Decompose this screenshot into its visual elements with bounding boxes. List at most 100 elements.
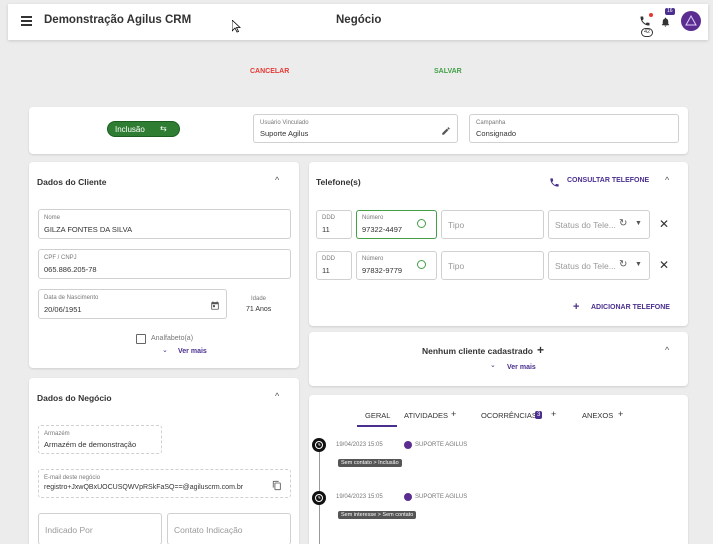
status-telefone-select[interactable]: Status do Tele... ↻ ▼ <box>548 210 650 239</box>
edit-icon[interactable] <box>441 123 451 141</box>
armazem-field[interactable]: Armazém Armazém de demonstração <box>38 425 162 454</box>
ddd-label: DDD <box>322 256 335 262</box>
adicionar-telefone-button[interactable]: ADICIONAR TELEFONE <box>591 304 670 311</box>
cpf-label: CPF / CNPJ <box>44 255 77 261</box>
ddd-value: 11 <box>322 225 330 234</box>
clock-icon <box>312 491 326 505</box>
nome-label: Nome <box>44 215 61 221</box>
usuario-value: Suporte Agilus <box>260 129 309 138</box>
add-cliente-icon[interactable]: + <box>537 343 544 357</box>
numero-label: Número <box>362 256 384 262</box>
numero-value: 97322-4497 <box>362 225 403 234</box>
numero-field[interactable]: Número 97322-4497 <box>356 210 437 239</box>
plus-icon: + <box>573 301 580 313</box>
cancel-button[interactable]: CANCELAR <box>250 68 289 75</box>
ddd-label: DDD <box>322 215 335 221</box>
tab-geral-underline <box>357 425 397 427</box>
add-anexo-icon[interactable]: + <box>618 409 623 419</box>
inclusao-label: Inclusão <box>115 125 145 134</box>
email-negocio-field[interactable]: E-mail deste negócio registro+JxwQBxUOCU… <box>38 469 291 498</box>
menu-icon[interactable] <box>21 16 32 26</box>
entry-user: SUPORTE AGILUS <box>415 442 468 448</box>
clock-icon <box>312 438 326 452</box>
tipo-field[interactable]: Tipo <box>441 251 544 280</box>
cpf-field[interactable]: CPF / CNPJ 065.886.205-78 <box>38 249 291 279</box>
timeline-card: GERAL ATIVIDADES + OCORRÊNCIAS 3 + ANEXO… <box>309 395 688 544</box>
ddd-field[interactable]: DDD 11 <box>316 210 352 239</box>
entry-date: 19/04/2023 15:05 <box>336 494 383 500</box>
copy-icon[interactable] <box>272 478 282 496</box>
dropdown-arrow-icon[interactable]: ▼ <box>635 261 642 268</box>
campanha-value: Consignado <box>476 129 517 138</box>
tab-anexos[interactable]: ANEXOS <box>582 411 613 420</box>
consultar-telefone-button[interactable]: CONSULTAR TELEFONE <box>567 177 649 184</box>
top-bar: Demonstração Agilus CRM Negócio 42 16 <box>8 4 708 40</box>
whatsapp-icon[interactable] <box>417 260 426 269</box>
negocio-title: Dados do Negócio <box>37 393 112 403</box>
armazem-label: Armazém <box>44 431 70 437</box>
collapse-negocio-icon[interactable]: ^ <box>275 391 279 401</box>
entry-tag: Sem interesse > Sem contato <box>338 511 417 519</box>
usuario-vinculado-field[interactable]: Usuário Vinculado Suporte Agilus <box>253 114 458 143</box>
tipo-field[interactable]: Tipo <box>441 210 544 239</box>
tab-geral[interactable]: GERAL <box>365 411 390 420</box>
page-title: Negócio <box>336 14 382 26</box>
remove-phone-icon[interactable]: ✕ <box>659 217 669 231</box>
email-value: registro+JxwQBxUOCUSQWVpRSkFaSQ==@agilus… <box>44 484 244 491</box>
entry-date: 19/04/2023 15:05 <box>336 442 383 448</box>
status-placeholder: Status do Tele... <box>555 220 616 230</box>
data-nascimento-field[interactable]: Data de Nascimento 20/06/1951 <box>38 289 227 319</box>
numero-value: 97832-9779 <box>362 266 403 275</box>
ver-mais-cliente-link[interactable]: Ver mais <box>178 348 207 355</box>
numero-label: Número <box>362 215 384 221</box>
status-telefone-select[interactable]: Status do Tele... ↻ ▼ <box>548 251 650 280</box>
indicado-por-field[interactable]: Indicado Por <box>38 513 162 544</box>
tab-atividades[interactable]: ATIVIDADES <box>404 411 448 420</box>
bell-icon[interactable] <box>660 15 671 27</box>
phone-status-dot <box>649 13 653 17</box>
nome-field[interactable]: Nome GILZA FONTES DA SILVA <box>38 209 291 239</box>
numero-field[interactable]: Número 97832-9779 <box>356 251 437 280</box>
nasc-label: Data de Nascimento <box>44 295 99 301</box>
contato-indicacao-field[interactable]: Contato Indicação <box>167 513 291 544</box>
inclusao-toggle[interactable]: Inclusão ⇆ <box>107 121 180 137</box>
app-title: Demonstração Agilus CRM <box>44 14 192 26</box>
telefones-title: Telefone(s) <box>316 177 361 187</box>
transfer-icon: ⇆ <box>160 124 167 133</box>
add-ocorrencia-icon[interactable]: + <box>551 409 556 419</box>
save-button[interactable]: SALVAR <box>434 68 462 75</box>
notification-badge: 16 <box>665 8 675 15</box>
cpf-value: 065.886.205-78 <box>44 265 97 274</box>
idade-label: Idade <box>251 296 267 302</box>
collapse-cliente-icon[interactable]: ^ <box>275 175 279 185</box>
usuario-label: Usuário Vinculado <box>260 120 309 126</box>
ddd-field[interactable]: DDD 11 <box>316 251 352 280</box>
user-avatar-icon <box>404 441 412 449</box>
collapse-telefones-icon[interactable]: ^ <box>665 175 669 185</box>
email-label: E-mail deste negócio <box>44 475 101 481</box>
calendar-icon[interactable] <box>210 298 220 316</box>
campanha-field[interactable]: Campanha Consignado <box>469 114 679 143</box>
telefones-card: Telefone(s) CONSULTAR TELEFONE ^ DDD 11 … <box>309 162 688 326</box>
refresh-icon[interactable]: ↻ <box>619 218 627 229</box>
analfabeto-label: Analfabeto(a) <box>151 335 194 342</box>
entry-tag: Sem contato > Inclusão <box>338 459 402 467</box>
status-placeholder: Status do Tele... <box>555 261 616 271</box>
remove-phone-icon[interactable]: ✕ <box>659 258 669 272</box>
campanha-label: Campanha <box>476 120 506 126</box>
contato-placeholder: Contato Indicação <box>174 525 243 535</box>
indicado-placeholder: Indicado Por <box>45 525 93 535</box>
whatsapp-icon[interactable] <box>417 219 426 228</box>
avatar[interactable] <box>681 11 701 31</box>
collapse-cadastrado-icon[interactable]: ^ <box>665 345 669 355</box>
dropdown-arrow-icon[interactable]: ▼ <box>635 220 642 227</box>
cliente-title: Dados do Cliente <box>37 177 107 187</box>
tab-ocorrencias[interactable]: OCORRÊNCIAS <box>481 411 537 420</box>
idade-value: 71 Anos <box>246 306 272 313</box>
analfabeto-checkbox[interactable] <box>136 334 146 344</box>
status-panel: Inclusão ⇆ Usuário Vinculado Suporte Agi… <box>29 107 688 154</box>
refresh-icon[interactable]: ↻ <box>619 259 627 270</box>
ver-mais-cadastrado-link[interactable]: Ver mais <box>507 364 536 371</box>
add-atividade-icon[interactable]: + <box>451 409 456 419</box>
nome-value: GILZA FONTES DA SILVA <box>44 225 133 234</box>
